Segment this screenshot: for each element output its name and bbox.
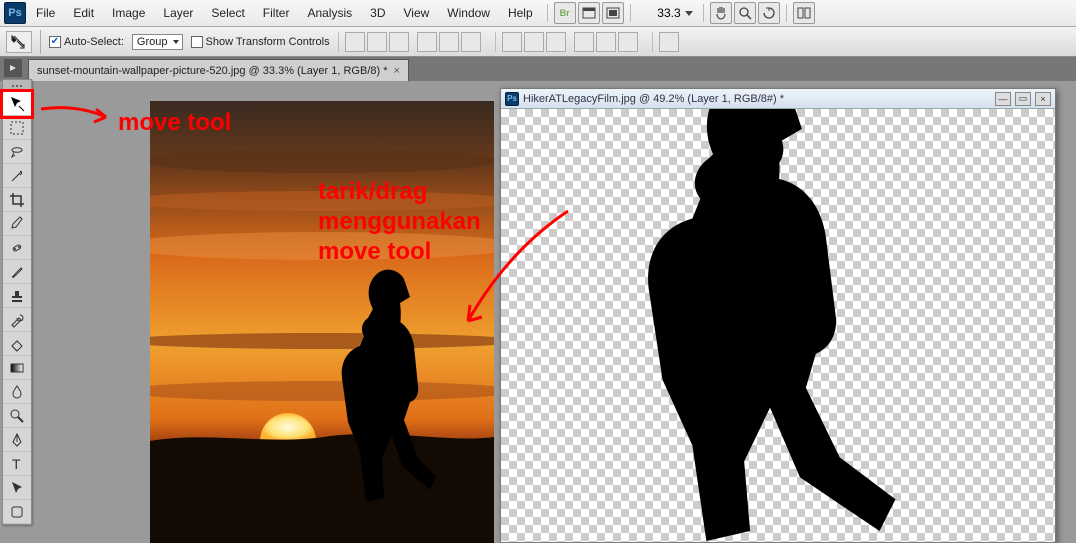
history-brush-tool[interactable]	[3, 308, 31, 332]
maximize-button[interactable]: ▭	[1015, 92, 1031, 106]
annotation-label-1: move tool	[118, 109, 231, 137]
menu-filter[interactable]: Filter	[255, 2, 298, 24]
align-top-button[interactable]	[345, 32, 365, 52]
menu-3d[interactable]: 3D	[362, 2, 393, 24]
app-logo: Ps	[4, 2, 26, 24]
menu-image[interactable]: Image	[104, 2, 153, 24]
menubar: Ps File Edit Image Layer Select Filter A…	[0, 0, 1076, 27]
document-tab[interactable]: sunset-mountain-wallpaper-picture-520.jp…	[28, 59, 409, 81]
distribute-group	[495, 32, 644, 52]
wand-tool[interactable]	[3, 164, 31, 188]
type-tool[interactable]: T	[3, 452, 31, 476]
marquee-tool[interactable]	[3, 116, 31, 140]
distribute-vcenter-button[interactable]	[524, 32, 544, 52]
tool-preset-button[interactable]	[6, 31, 32, 53]
menu-view[interactable]: View	[395, 2, 437, 24]
auto-select-label: Auto-Select:	[64, 36, 124, 48]
bridge-button[interactable]: Br	[554, 2, 576, 24]
annotation-highlight	[0, 89, 34, 119]
auto-select-checkbox[interactable]: ✔ Auto-Select:	[49, 36, 124, 48]
separator	[630, 4, 631, 22]
crop-tool[interactable]	[3, 188, 31, 212]
stamp-tool[interactable]	[3, 284, 31, 308]
healing-tool[interactable]	[3, 236, 31, 260]
separator	[547, 4, 548, 22]
shape-tool[interactable]	[3, 500, 31, 524]
show-transform-checkbox[interactable]: Show Transform Controls	[191, 36, 330, 48]
window-title: HikerATLegacyFilm.jpg @ 49.2% (Layer 1, …	[523, 93, 784, 105]
panel-toggle[interactable]	[4, 59, 22, 77]
auto-align-button[interactable]	[659, 32, 679, 52]
menu-window[interactable]: Window	[439, 2, 498, 24]
toolbox: T	[2, 79, 32, 525]
annotation-arrow-1	[36, 99, 116, 139]
align-bottom-button[interactable]	[389, 32, 409, 52]
hand-tool-button[interactable]	[710, 2, 732, 24]
app-logo-icon: Ps	[505, 92, 519, 106]
viewmode-button[interactable]	[578, 2, 600, 24]
menu-file[interactable]: File	[28, 2, 63, 24]
menu-edit[interactable]: Edit	[65, 2, 102, 24]
lasso-tool[interactable]	[3, 140, 31, 164]
distribute-left-button[interactable]	[574, 32, 594, 52]
align-hcenter-button[interactable]	[439, 32, 459, 52]
zoom-tool-button[interactable]	[734, 2, 756, 24]
align-group-1	[338, 32, 487, 52]
align-right-button[interactable]	[461, 32, 481, 52]
distribute-bottom-button[interactable]	[546, 32, 566, 52]
distribute-hcenter-button[interactable]	[596, 32, 616, 52]
menu-analysis[interactable]: Analysis	[299, 2, 360, 24]
document-tabbar: sunset-mountain-wallpaper-picture-520.jp…	[0, 57, 1076, 81]
checkbox-icon: ✔	[49, 36, 61, 48]
zoom-value: 33.3	[657, 6, 680, 20]
document-tab-title: sunset-mountain-wallpaper-picture-520.jp…	[37, 65, 388, 77]
menu-layer[interactable]: Layer	[155, 2, 201, 24]
checkbox-icon	[191, 36, 203, 48]
close-button[interactable]: ×	[1035, 92, 1051, 106]
separator	[786, 4, 787, 22]
menu-help[interactable]: Help	[500, 2, 541, 24]
svg-text:T: T	[12, 456, 21, 472]
align-vcenter-button[interactable]	[367, 32, 387, 52]
path-select-tool[interactable]	[3, 476, 31, 500]
eyedropper-tool[interactable]	[3, 212, 31, 236]
close-icon[interactable]: ×	[394, 65, 400, 77]
minimize-button[interactable]: —	[995, 92, 1011, 106]
workspace: T	[0, 81, 1076, 543]
separator	[703, 4, 704, 22]
arrange-docs-button[interactable]	[793, 2, 815, 24]
align-left-button[interactable]	[417, 32, 437, 52]
pen-tool[interactable]	[3, 428, 31, 452]
options-bar: ✔ Auto-Select: Group Show Transform Cont…	[0, 27, 1076, 57]
blur-tool[interactable]	[3, 380, 31, 404]
menu-select[interactable]: Select	[203, 2, 252, 24]
show-transform-label: Show Transform Controls	[206, 36, 330, 48]
eraser-tool[interactable]	[3, 332, 31, 356]
annotation-arrow-2	[448, 201, 588, 341]
dodge-tool[interactable]	[3, 404, 31, 428]
rotate-view-button[interactable]	[758, 2, 780, 24]
document-canvas[interactable]	[150, 101, 494, 543]
screenmode-button[interactable]	[602, 2, 624, 24]
zoom-level[interactable]: 33.3	[637, 6, 697, 20]
distribute-right-button[interactable]	[618, 32, 638, 52]
auto-align-group	[652, 32, 685, 52]
window-titlebar[interactable]: Ps HikerATLegacyFilm.jpg @ 49.2% (Layer …	[501, 89, 1055, 109]
auto-select-dropdown[interactable]: Group	[132, 34, 183, 50]
brush-tool[interactable]	[3, 260, 31, 284]
distribute-top-button[interactable]	[502, 32, 522, 52]
gradient-tool[interactable]	[3, 356, 31, 380]
chevron-down-icon	[685, 11, 693, 16]
